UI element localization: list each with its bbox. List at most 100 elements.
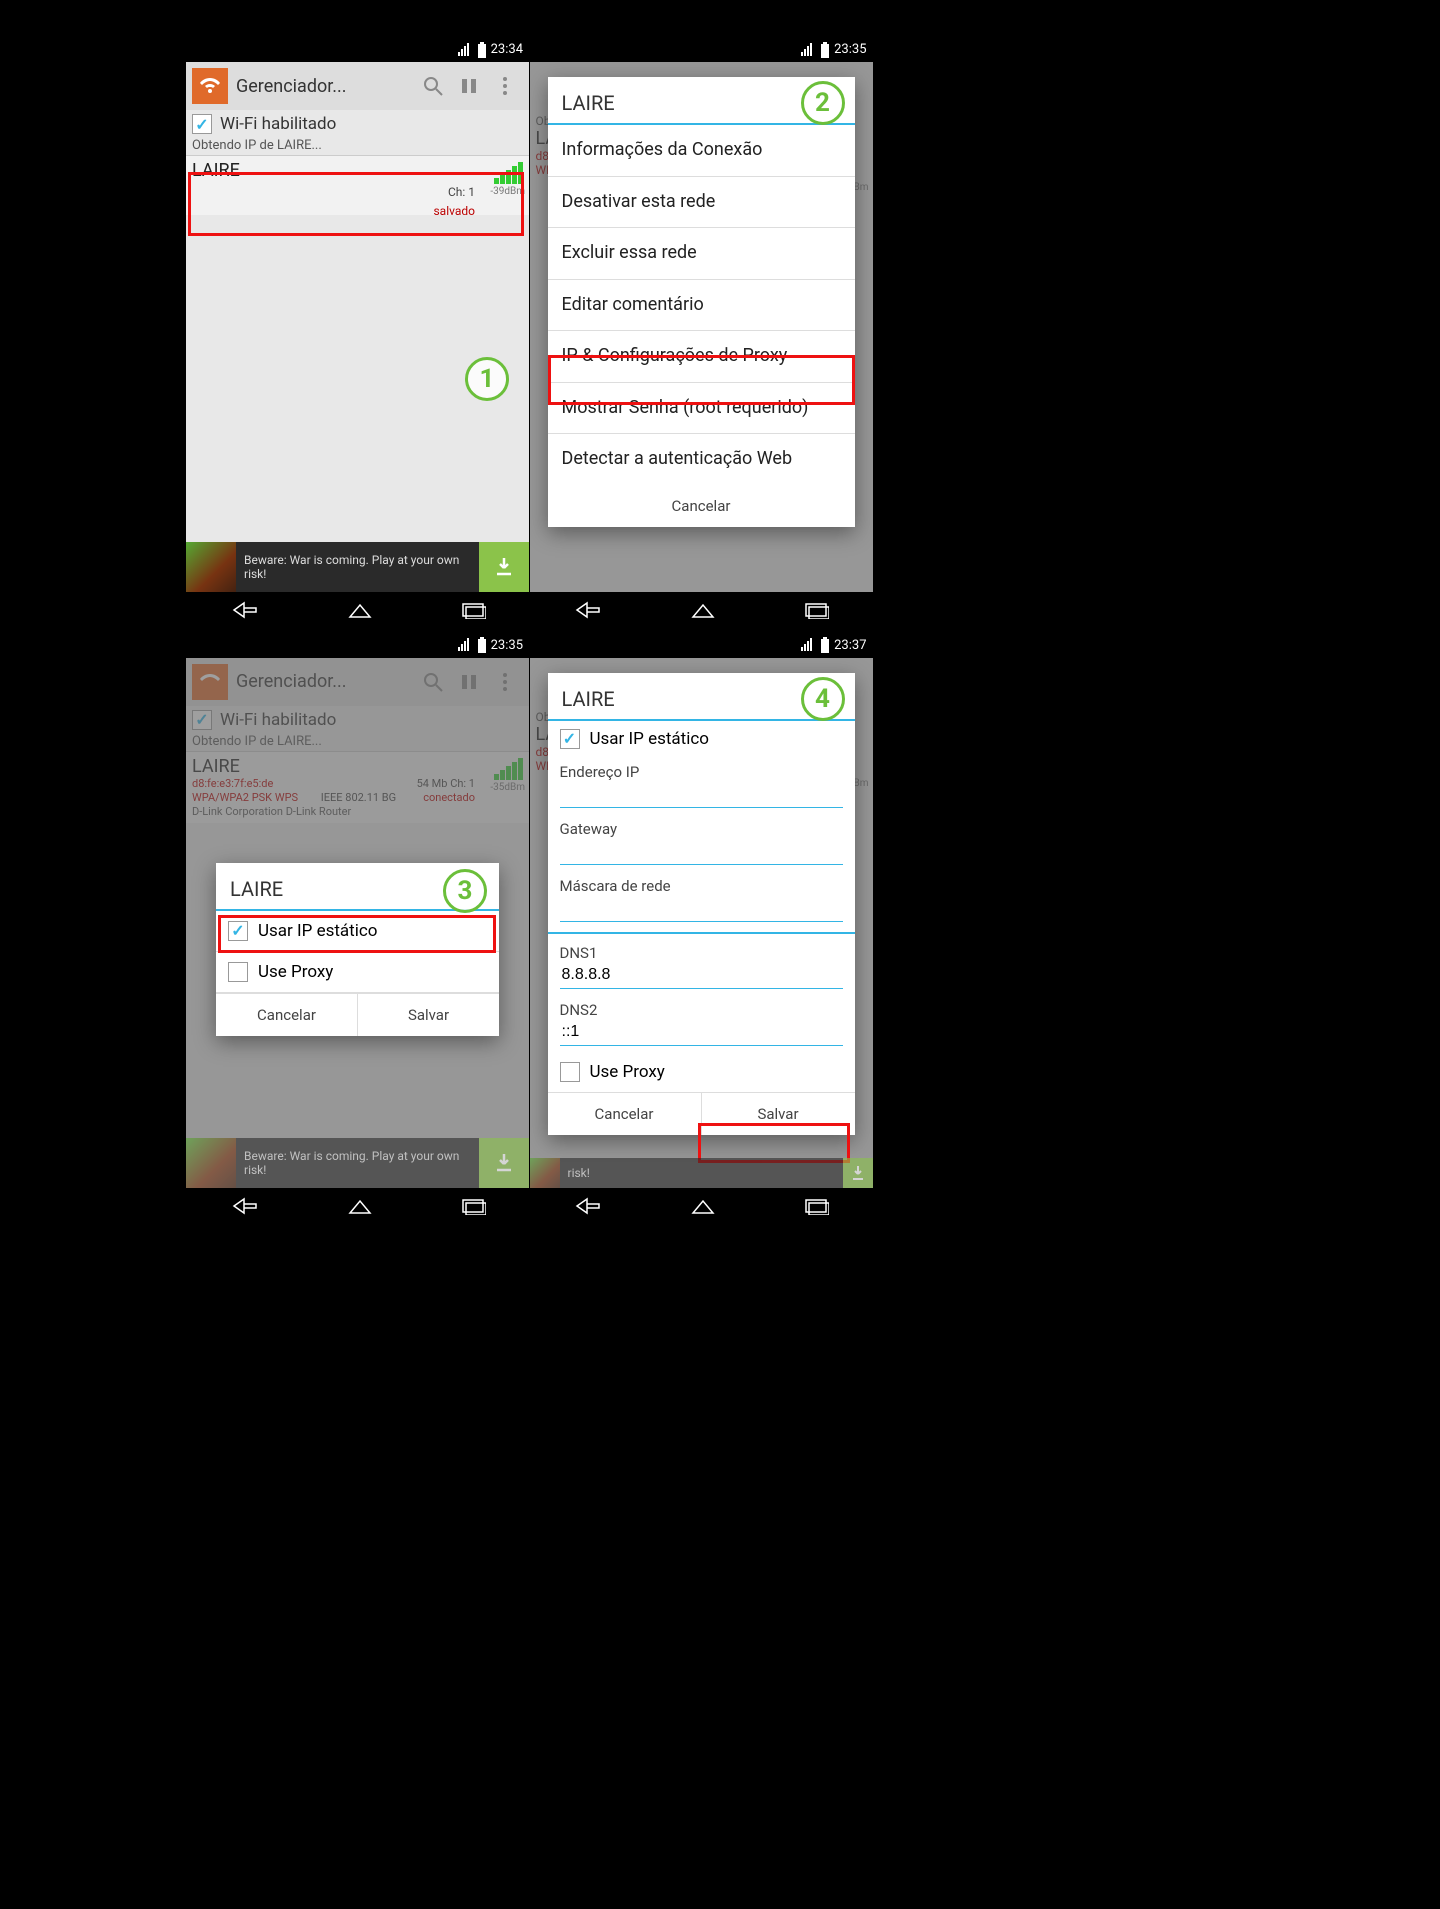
wifi-checkbox[interactable] <box>192 114 212 134</box>
dialog-buttons: Cancelar Salvar <box>216 993 499 1036</box>
cancel-button[interactable]: Cancelar <box>548 1092 701 1135</box>
recents-button[interactable] <box>803 601 829 623</box>
popup-title: LAIRE <box>230 877 283 901</box>
app-title: Gerenciador... <box>236 76 415 97</box>
home-button[interactable] <box>690 1197 716 1219</box>
download-icon[interactable] <box>479 542 529 592</box>
static-ip-dialog: LAIRE Usar IP estático Endereço IP Gatew… <box>548 673 855 1135</box>
gateway-label: Gateway <box>548 814 855 838</box>
home-button[interactable] <box>690 601 716 623</box>
highlight-box <box>218 915 496 953</box>
download-icon <box>843 1158 873 1188</box>
proxy-checkbox[interactable] <box>560 1062 580 1082</box>
gateway-field[interactable] <box>560 838 843 865</box>
battery-icon <box>477 637 487 653</box>
ad-image <box>186 1138 236 1188</box>
netmask-label: Máscara de rede <box>548 871 855 895</box>
back-button[interactable] <box>573 601 603 623</box>
signal-icon <box>800 42 816 57</box>
nav-bar <box>186 592 529 632</box>
battery-icon <box>820 42 830 58</box>
highlight-box <box>188 172 524 236</box>
app-icon[interactable] <box>192 68 228 104</box>
ad-image <box>186 542 236 592</box>
overflow-icon[interactable] <box>487 76 523 96</box>
use-static-ip-label: Usar IP estático <box>590 729 709 749</box>
netmask-field[interactable] <box>560 895 843 922</box>
context-menu: LAIRE Informações da Conexão Desativar e… <box>548 77 855 527</box>
highlight-box <box>698 1123 850 1163</box>
status-bar: 23:34 <box>186 37 529 62</box>
clock: 23:35 <box>491 638 523 653</box>
nav-bar <box>530 592 873 632</box>
screen-4: 23:37 Obt LA d8: WP dBm LAIRE Usar IP es… <box>530 633 873 1228</box>
menu-editar-comentario[interactable]: Editar comentário <box>548 280 855 332</box>
use-static-ip-row[interactable]: Usar IP estático <box>548 721 855 757</box>
ad-image <box>530 1158 560 1188</box>
wifi-enabled-label: Wi-Fi habilitado <box>220 114 336 134</box>
highlight-box <box>548 355 855 405</box>
pause-icon[interactable] <box>451 77 487 95</box>
screen-1: 23:34 Gerenciador... Wi-Fi habilitado Ob… <box>186 37 529 632</box>
step-badge-2: 2 <box>801 81 845 125</box>
menu-detectar-auth[interactable]: Detectar a autenticação Web <box>548 434 855 485</box>
search-icon[interactable] <box>415 75 451 97</box>
static-ip-checkbox[interactable] <box>560 729 580 749</box>
back-button[interactable] <box>230 601 260 623</box>
screenshot-grid: 23:34 Gerenciador... Wi-Fi habilitado Ob… <box>186 37 873 1228</box>
step-badge-3: 3 <box>443 869 487 913</box>
dns1-label: DNS1 <box>548 938 855 962</box>
clock: 23:34 <box>491 42 523 57</box>
dns2-label: DNS2 <box>548 995 855 1019</box>
use-proxy-label: Use Proxy <box>258 962 333 982</box>
status-bar: 23:35 <box>530 37 873 62</box>
step-badge-4: 4 <box>801 677 845 721</box>
ip-label: Endereço IP <box>548 757 855 781</box>
battery-icon <box>820 637 830 653</box>
cancel-button[interactable]: Cancelar <box>216 993 357 1036</box>
signal-icon <box>457 42 473 57</box>
ad-text: Beware: War is coming. Play at your own … <box>244 1149 479 1177</box>
ad-text: Beware: War is coming. Play at your own … <box>244 553 479 581</box>
wifi-enabled-row[interactable]: Wi-Fi habilitado <box>186 110 529 138</box>
nav-bar <box>530 1188 873 1228</box>
home-button[interactable] <box>347 601 373 623</box>
obtaining-ip: Obtendo IP de LAIRE... <box>186 138 529 155</box>
clock: 23:37 <box>834 638 866 653</box>
ad-text: risk! <box>568 1166 843 1180</box>
use-proxy-row[interactable]: Use Proxy <box>548 1052 855 1092</box>
back-button[interactable] <box>230 1197 260 1219</box>
nav-bar <box>186 1188 529 1228</box>
signal-icon <box>800 638 816 653</box>
ad-banner: Beware: War is coming. Play at your own … <box>186 1138 529 1188</box>
recents-button[interactable] <box>803 1197 829 1219</box>
menu-info-conexao[interactable]: Informações da Conexão <box>548 125 855 177</box>
signal-icon <box>457 638 473 653</box>
screen-2: 23:35 Obt LA d8: WP dBm LAIRE Informaçõe… <box>530 37 873 632</box>
battery-icon <box>477 42 487 58</box>
menu-desativar[interactable]: Desativar esta rede <box>548 177 855 229</box>
save-button[interactable]: Salvar <box>357 993 499 1036</box>
dns1-field[interactable] <box>560 962 843 989</box>
ip-field[interactable] <box>560 781 843 808</box>
proxy-checkbox[interactable] <box>228 962 248 982</box>
clock: 23:35 <box>834 42 866 57</box>
dns2-field[interactable] <box>560 1019 843 1046</box>
use-proxy-row[interactable]: Use Proxy <box>216 952 499 993</box>
recents-button[interactable] <box>460 1197 486 1219</box>
home-button[interactable] <box>347 1197 373 1219</box>
use-proxy-label: Use Proxy <box>590 1062 665 1082</box>
status-bar: 23:35 <box>186 633 529 658</box>
back-button[interactable] <box>573 1197 603 1219</box>
cancel-button[interactable]: Cancelar <box>548 485 855 527</box>
separator <box>548 932 855 934</box>
download-icon <box>479 1138 529 1188</box>
recents-button[interactable] <box>460 601 486 623</box>
status-bar: 23:37 <box>530 633 873 658</box>
action-bar: Gerenciador... <box>186 62 529 110</box>
step-badge-1: 1 <box>465 357 509 401</box>
menu-excluir[interactable]: Excluir essa rede <box>548 228 855 280</box>
screen-3: 23:35 Gerenciador... Wi-Fi habilitado Ob… <box>186 633 529 1228</box>
ad-banner: risk! <box>530 1158 873 1188</box>
ad-banner[interactable]: Beware: War is coming. Play at your own … <box>186 542 529 592</box>
